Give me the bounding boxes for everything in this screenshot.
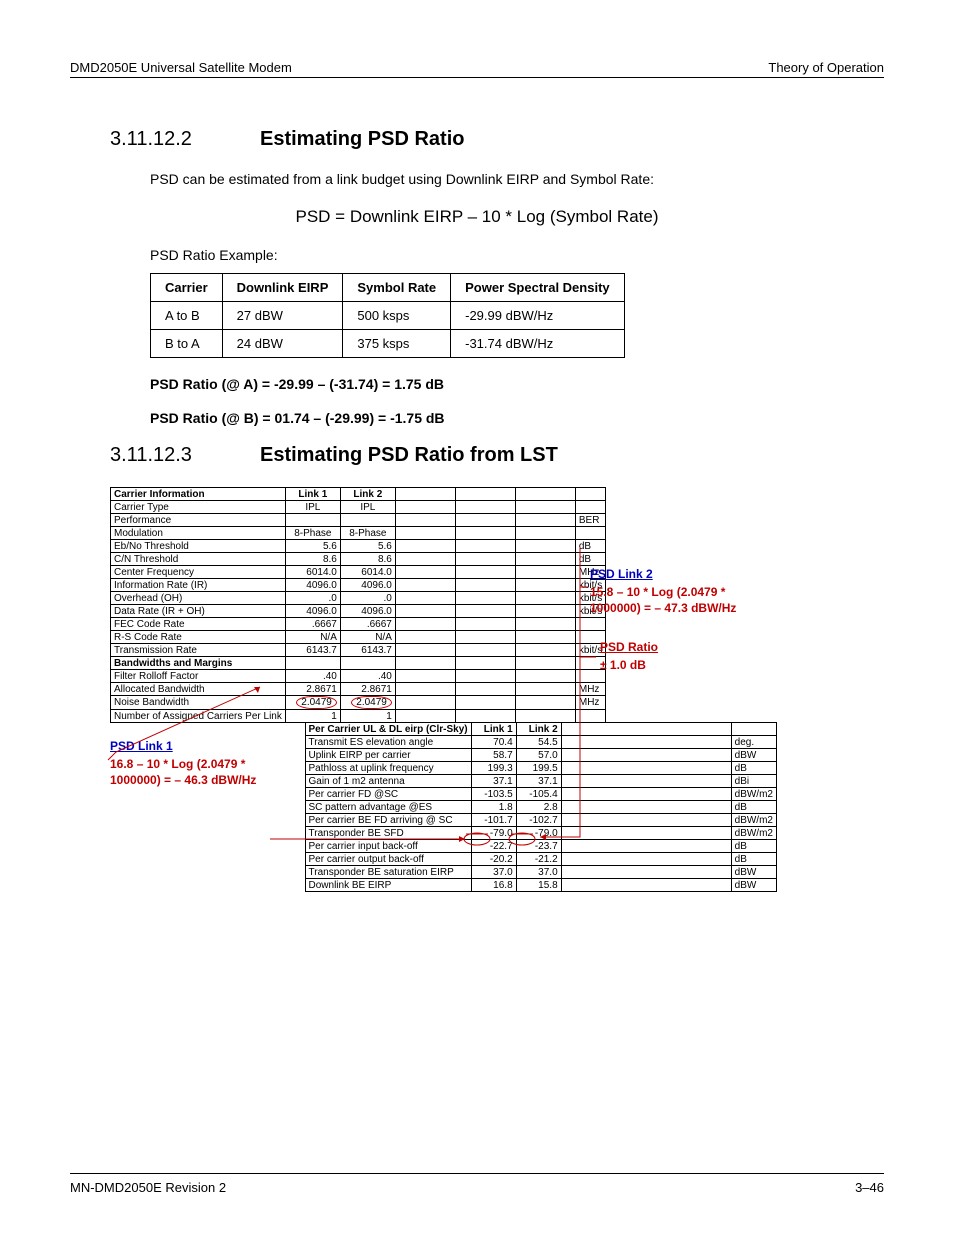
table-row: Number of Assigned Carriers Per Link11 bbox=[111, 710, 606, 723]
footer-left: MN-DMD2050E Revision 2 bbox=[70, 1180, 226, 1195]
table-row: Per carrier input back-off-22.7-23.7dB bbox=[110, 840, 776, 853]
table-row: Eb/No Threshold5.65.6dB bbox=[111, 540, 606, 553]
table-row: PerformanceBER bbox=[111, 514, 606, 527]
psd-ratio-title: PSD Ratio bbox=[600, 640, 658, 654]
table-row: Transponder BE saturation EIRP37.037.0dB… bbox=[110, 866, 776, 879]
table-row: B to A 24 dBW 375 ksps -31.74 dBW/Hz bbox=[151, 330, 625, 358]
lst-col-header bbox=[455, 488, 515, 501]
table-row: Filter Rolloff Factor.40.40 bbox=[111, 670, 606, 683]
intro-text: PSD can be estimated from a link budget … bbox=[150, 171, 884, 187]
table-row: SC pattern advantage @ES1.82.8dB bbox=[110, 801, 776, 814]
lst-container: Carrier InformationLink 1Link 2Carrier T… bbox=[70, 487, 884, 892]
table-row: Center Frequency6014.06014.0MHz bbox=[111, 566, 606, 579]
lst-col-header bbox=[515, 488, 575, 501]
section-number: 3.11.12.2 bbox=[110, 128, 260, 151]
table-row: Downlink BE EIRP16.815.8dBW bbox=[110, 879, 776, 892]
table-row: Per carrier FD @SC-103.5-105.4dBW/m2 bbox=[110, 788, 776, 801]
header-left: DMD2050E Universal Satellite Modem bbox=[70, 60, 292, 75]
psd-link2-calc: 15.8 – 10 * Log (2.0479 * 1000000) = – 4… bbox=[590, 585, 760, 616]
table-row: Transponder BE SFD-79.0-79.0dBW/m2 bbox=[110, 827, 776, 840]
eirp-header: Per Carrier UL & DL eirp (Clr-Sky) bbox=[305, 723, 471, 736]
section-heading-lst: 3.11.12.3 Estimating PSD Ratio from LST bbox=[110, 444, 884, 467]
psd-th-psd: Power Spectral Density bbox=[451, 274, 625, 302]
psd-link1-note: PSD Link 1 16.8 – 10 * Log (2.0479 * 100… bbox=[110, 739, 270, 788]
lst-table: Carrier InformationLink 1Link 2Carrier T… bbox=[110, 487, 606, 723]
circled-value: 2.0479 bbox=[296, 696, 337, 709]
table-row: FEC Code Rate.6667.6667 bbox=[111, 618, 606, 631]
lst-col-header bbox=[575, 488, 605, 501]
lst-col-header bbox=[395, 488, 455, 501]
page-footer: MN-DMD2050E Revision 2 3–46 bbox=[70, 1173, 884, 1195]
table-row: Carrier TypeIPLIPL bbox=[111, 501, 606, 514]
psd-ratio-note: PSD Ratio ± 1.0 dB bbox=[600, 640, 658, 674]
lst-bandwidths-header: Bandwidths and Margins bbox=[111, 657, 286, 670]
table-row: Transmission Rate6143.76143.7kbit/s bbox=[111, 644, 606, 657]
psd-th-eirp: Downlink EIRP bbox=[222, 274, 343, 302]
table-row: Modulation8-Phase8-Phase bbox=[111, 527, 606, 540]
psd-ratio-b: PSD Ratio (@ B) = 01.74 – (-29.99) = -1.… bbox=[150, 410, 884, 426]
psd-ratio-a: PSD Ratio (@ A) = -29.99 – (-31.74) = 1.… bbox=[150, 376, 884, 392]
section-number: 3.11.12.3 bbox=[110, 444, 260, 467]
table-row: Per carrier BE FD arriving @ SC-101.7-10… bbox=[110, 814, 776, 827]
footer-right: 3–46 bbox=[855, 1180, 884, 1195]
psd-th-sr: Symbol Rate bbox=[343, 274, 451, 302]
page-header: DMD2050E Universal Satellite Modem Theor… bbox=[70, 60, 884, 78]
header-right: Theory of Operation bbox=[768, 60, 884, 75]
lst-col-header: Link 2 bbox=[340, 488, 395, 501]
psd-link2-note: PSD Link 2 15.8 – 10 * Log (2.0479 * 100… bbox=[590, 567, 760, 616]
table-row: C/N Threshold8.68.6dB bbox=[111, 553, 606, 566]
psd-ratio-value: ± 1.0 dB bbox=[600, 658, 658, 674]
psd-th-carrier: Carrier bbox=[151, 274, 223, 302]
table-row: Per carrier output back-off-20.2-21.2dB bbox=[110, 853, 776, 866]
table-row: Noise Bandwidth2.04792.0479MHz bbox=[111, 696, 606, 710]
lst-section-header: Carrier Information bbox=[111, 488, 286, 501]
table-row: A to B 27 dBW 500 ksps -29.99 dBW/Hz bbox=[151, 302, 625, 330]
table-row: Data Rate (IR + OH)4096.04096.0kbit/s bbox=[111, 605, 606, 618]
psd-formula: PSD = Downlink EIRP – 10 * Log (Symbol R… bbox=[70, 207, 884, 227]
table-row: Overhead (OH).0.0kbit/s bbox=[111, 592, 606, 605]
psd-link1-title: PSD Link 1 bbox=[110, 739, 270, 753]
section-title: Estimating PSD Ratio bbox=[260, 128, 464, 151]
table-row: Allocated Bandwidth2.86712.8671MHz bbox=[111, 683, 606, 696]
table-row: Information Rate (IR)4096.04096.0kbit/s bbox=[111, 579, 606, 592]
lst-col-header: Link 1 bbox=[285, 488, 340, 501]
psd-example-table: Carrier Downlink EIRP Symbol Rate Power … bbox=[150, 273, 625, 358]
section-title: Estimating PSD Ratio from LST bbox=[260, 444, 558, 467]
psd-link1-calc: 16.8 – 10 * Log (2.0479 * 1000000) = – 4… bbox=[110, 757, 270, 788]
circled-value: 2.0479 bbox=[351, 696, 392, 709]
table-row: R-S Code RateN/AN/A bbox=[111, 631, 606, 644]
psd-link2-title: PSD Link 2 bbox=[590, 567, 760, 581]
section-heading-psd-ratio: 3.11.12.2 Estimating PSD Ratio bbox=[110, 128, 884, 151]
example-label: PSD Ratio Example: bbox=[150, 247, 884, 263]
